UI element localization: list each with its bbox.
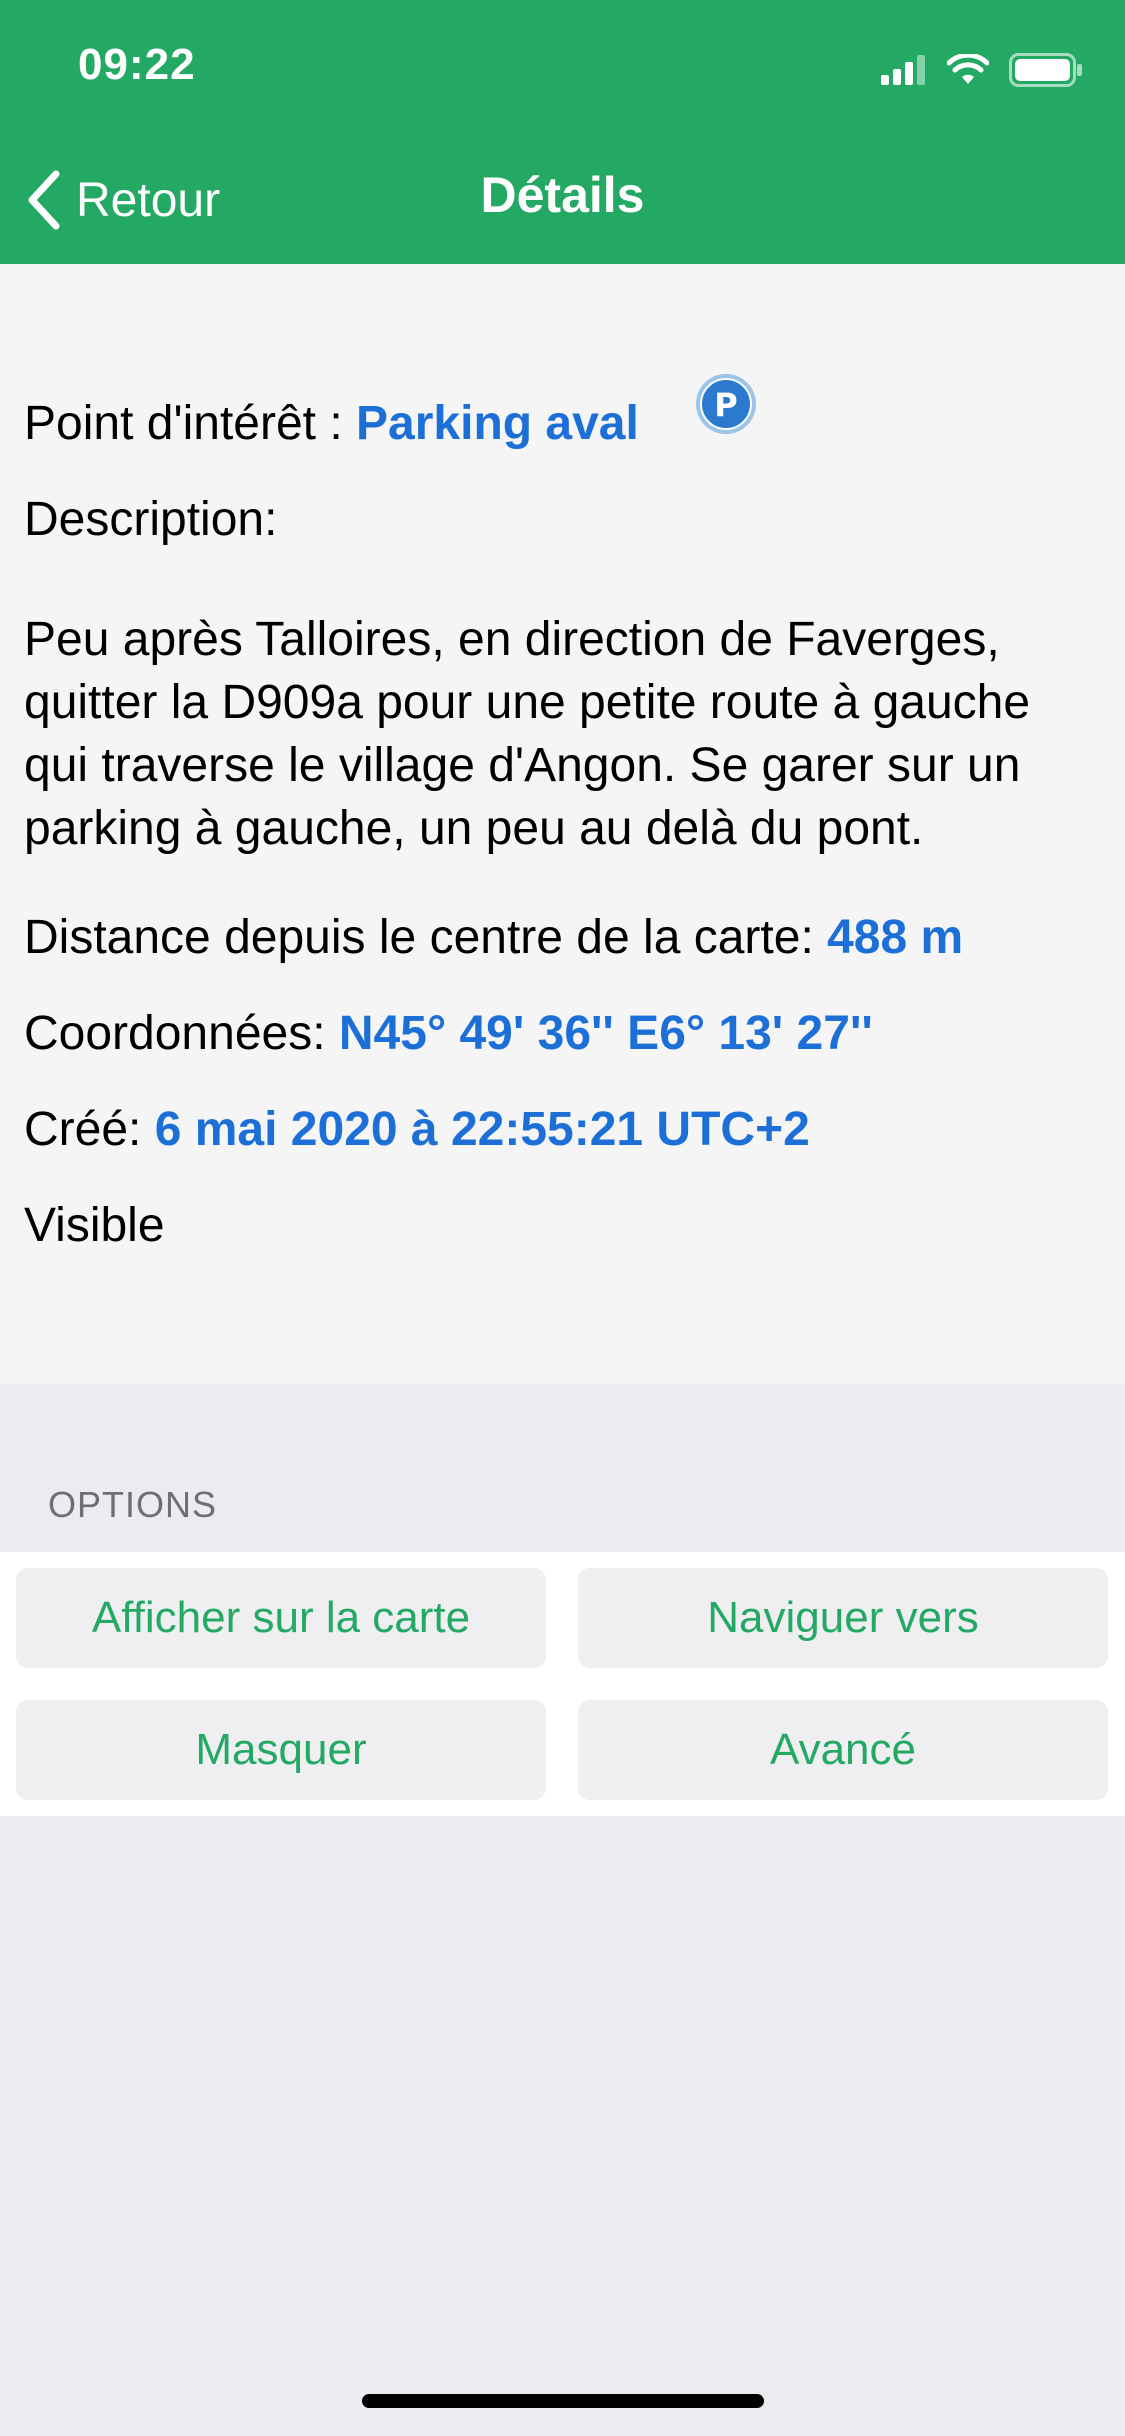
distance-value: 488 m (827, 911, 964, 964)
poi-row: Point d'intérêt : Parking aval (24, 394, 639, 454)
distance-row: Distance depuis le centre de la carte: 4… (24, 908, 963, 968)
parking-icon-letter: P (714, 386, 737, 424)
description-label: Description: (24, 493, 278, 546)
created-row: Créé: 6 mai 2020 à 22:55:21 UTC+2 (24, 1100, 810, 1160)
created-label: Créé: (24, 1103, 155, 1156)
page-title: Détails (480, 167, 645, 223)
parking-icon: P (696, 374, 756, 434)
created-value: 6 mai 2020 à 22:55:21 UTC+2 (154, 1103, 810, 1156)
home-indicator[interactable] (362, 2394, 764, 2408)
description-text: Peu après Talloires, en direction de Fav… (24, 613, 1031, 855)
coordinates-value: N45° 49' 36'' E6° 13' 27'' (338, 1007, 873, 1060)
distance-label: Distance depuis le centre de la carte: (24, 911, 828, 964)
wifi-icon (947, 54, 989, 84)
options-section-header: OPTIONS (48, 1484, 218, 1525)
signal-icon (881, 55, 925, 85)
poi-name: Parking aval (356, 397, 639, 450)
coordinates-label: Coordonnées: (24, 1007, 339, 1060)
status-icons (881, 50, 1083, 90)
options-panel: Afficher sur la carte Naviguer vers Masq… (0, 1552, 1125, 1816)
status-time: 09:22 (78, 40, 196, 89)
show-on-map-button[interactable]: Afficher sur la carte (16, 1568, 546, 1668)
details-panel: Point d'intérêt : Parking aval P Descrip… (0, 264, 1125, 1384)
advanced-button[interactable]: Avancé (578, 1700, 1108, 1800)
coordinates-row: Coordonnées: N45° 49' 36'' E6° 13' 27'' (24, 1004, 873, 1064)
navigation-header: 09:22 Retour Détails (0, 0, 1125, 264)
battery-icon (1009, 53, 1082, 87)
poi-label: Point d'intérêt : (24, 397, 357, 450)
navigate-to-button[interactable]: Naviguer vers (578, 1568, 1108, 1668)
hide-button[interactable]: Masquer (16, 1700, 546, 1800)
visibility-status: Visible (24, 1199, 165, 1252)
